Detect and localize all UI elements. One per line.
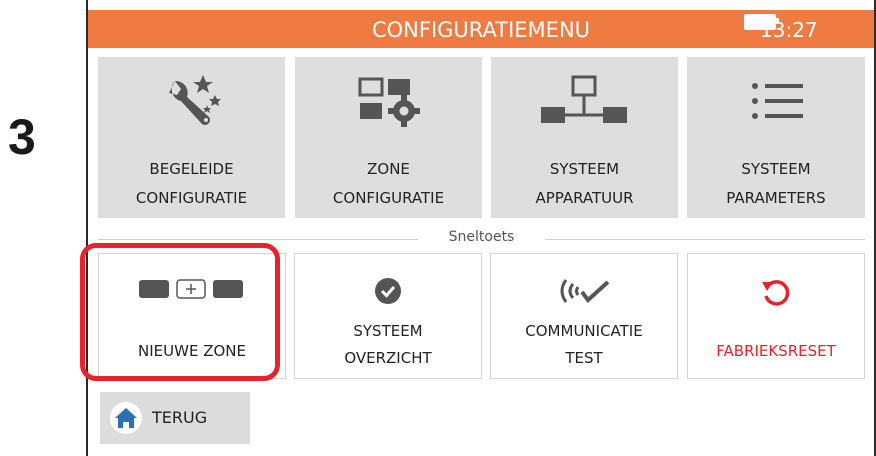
system-overview-button[interactable]: SYSTEEM OVERZICHT: [294, 253, 482, 379]
tile-label: ZONE CONFIGURATIE: [295, 155, 482, 213]
shortcut-label-line1: SYSTEEM: [353, 322, 423, 340]
battery-icon: [744, 14, 776, 30]
tile-label-line2: CONFIGURATIE: [332, 189, 445, 207]
divider: [545, 239, 865, 240]
zone-settings-icon: [354, 71, 424, 135]
shortcut-label-line2: TEST: [565, 349, 603, 367]
highlight-frame: [80, 243, 280, 381]
tile-label-line2: PARAMETERS: [726, 189, 826, 207]
shortcut-label: SYSTEEM OVERZICHT: [295, 318, 481, 372]
wizard-tools-icon: [157, 71, 227, 137]
tile-label: SYSTEEM APPARATUUR: [491, 155, 678, 213]
tile-label-line2: APPARATUUR: [535, 189, 634, 207]
list-icon: [741, 71, 811, 135]
signal-hand-icon: [556, 276, 612, 310]
tile-zone-configuration[interactable]: ZONE CONFIGURATIE: [295, 57, 482, 218]
tile-label-line1: SYSTEEM: [741, 160, 811, 178]
tile-label-line1: BEGELEIDE: [149, 160, 234, 178]
tile-guided-configuration[interactable]: BEGELEIDE CONFIGURATIE: [98, 57, 285, 218]
shortcut-label-line1: COMMUNICATIE: [525, 322, 643, 340]
network-devices-icon: [535, 71, 635, 135]
check-circle-icon: [373, 276, 403, 310]
tile-system-parameters[interactable]: SYSTEEM PARAMETERS: [687, 57, 865, 218]
shortcut-label-line2: OVERZICHT: [344, 349, 432, 367]
shortcut-label: COMMUNICATIE TEST: [491, 318, 677, 372]
shortcut-label: FABRIEKSRESET: [716, 342, 836, 360]
home-icon: [110, 402, 142, 434]
back-label: TERUG: [152, 408, 208, 427]
shortcut-section-label: Sneltoets: [448, 229, 515, 245]
tile-label-line1: SYSTEEM: [549, 160, 620, 178]
tile-label-line1: ZONE: [367, 160, 410, 178]
communication-test-button[interactable]: COMMUNICATIE TEST: [490, 253, 678, 379]
back-button[interactable]: TERUG: [100, 392, 250, 444]
factory-reset-button[interactable]: FABRIEKSRESET: [687, 253, 865, 379]
step-number: 3: [8, 109, 36, 165]
divider: [98, 239, 418, 240]
tile-label: SYSTEEM PARAMETERS: [687, 155, 865, 213]
reset-icon: [759, 276, 793, 314]
tile-label: BEGELEIDE CONFIGURATIE: [98, 155, 285, 213]
tile-system-equipment[interactable]: SYSTEEM APPARATUUR: [491, 57, 678, 218]
tile-label-line2: CONFIGURATIE: [135, 189, 248, 207]
battery-tip: [776, 18, 779, 24]
